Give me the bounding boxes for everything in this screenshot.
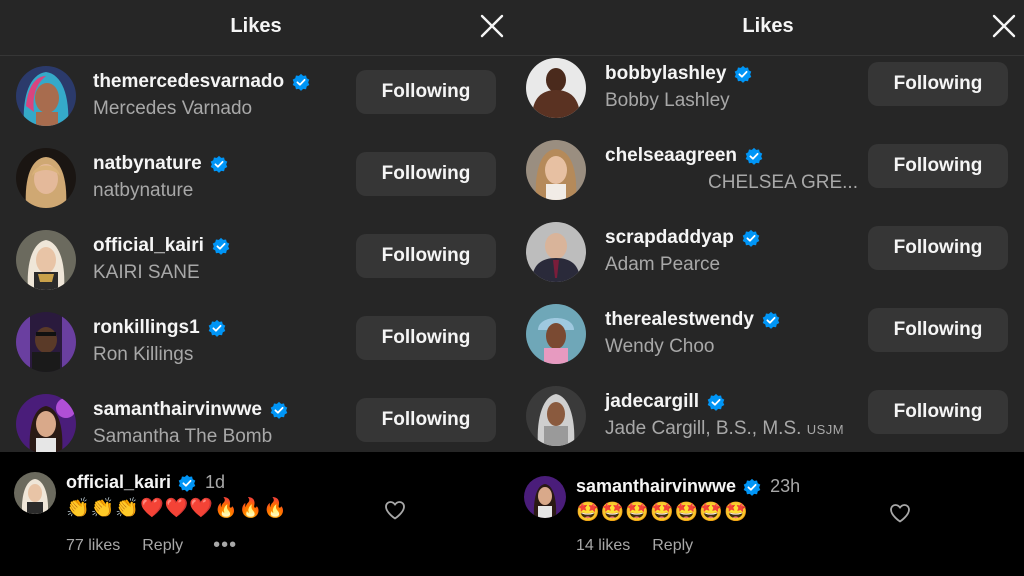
full-name: Adam Pearce — [605, 254, 721, 275]
full-name-suffix: USJM — [806, 422, 845, 437]
avatar[interactable] — [16, 148, 76, 208]
username[interactable]: bobbylashley — [605, 63, 726, 85]
verified-badge-icon — [270, 401, 288, 419]
following-button[interactable]: Following — [868, 144, 1008, 188]
verified-badge-icon — [210, 155, 228, 173]
verified-badge-icon — [707, 393, 725, 411]
username[interactable]: official_kairi — [93, 235, 204, 257]
user-row[interactable]: samanthairvinwwe Samantha The Bomb Follo… — [0, 384, 512, 452]
verified-badge-icon — [762, 311, 780, 329]
full-name: Samantha The Bomb — [93, 426, 273, 447]
full-name-text: Jade Cargill, B.S., M.S. — [605, 418, 802, 439]
full-name: KAIRI SANE — [93, 262, 200, 283]
following-button[interactable]: Following — [868, 62, 1008, 106]
full-name: Ron Killings — [93, 344, 194, 365]
comment-text: 🤩🤩🤩🤩🤩🤩🤩 — [576, 502, 749, 523]
reply-button[interactable]: Reply — [142, 537, 183, 555]
likes-sheet-left: Likes themercedesvarnado Mercedes Varnad… — [0, 0, 512, 452]
heart-icon[interactable] — [383, 498, 407, 522]
user-row[interactable]: official_kairi KAIRI SANE Following — [0, 220, 512, 302]
verified-badge-icon — [208, 319, 226, 337]
verified-badge-icon — [212, 237, 230, 255]
username[interactable]: jadecargill — [605, 391, 699, 413]
left-panel: Likes themercedesvarnado Mercedes Varnad… — [0, 0, 512, 576]
following-button[interactable]: Following — [356, 70, 496, 114]
comment-left: official_kairi 1d 👏👏👏❤️❤️❤️🔥🔥🔥 77 likes … — [0, 452, 512, 576]
verified-badge-icon — [745, 147, 763, 165]
heart-icon[interactable] — [888, 501, 912, 525]
user-row[interactable]: scrapdaddyap Adam Pearce Following — [512, 212, 1024, 294]
avatar[interactable] — [526, 58, 586, 118]
comment-text: 👏👏👏❤️❤️❤️🔥🔥🔥 — [66, 498, 288, 519]
comment-time: 1d — [205, 472, 226, 492]
user-row[interactable]: chelseaagreen CHELSEA GRE... Following — [512, 130, 1024, 212]
following-button[interactable]: Following — [356, 316, 496, 360]
following-button[interactable]: Following — [868, 308, 1008, 352]
user-row[interactable]: themercedesvarnado Mercedes Varnado Foll… — [0, 56, 512, 138]
verified-badge-icon — [742, 229, 760, 247]
username[interactable]: chelseaagreen — [605, 145, 737, 167]
user-row[interactable]: ronkillings1 Ron Killings Following — [0, 302, 512, 384]
sheet-title: Likes — [230, 15, 282, 37]
username[interactable]: scrapdaddyap — [605, 227, 734, 249]
right-panel: Likes bobbylashley Bobby Lashley Followi… — [512, 0, 1024, 576]
comment-username[interactable]: official_kairi — [66, 472, 171, 493]
full-name: Mercedes Varnado — [93, 98, 253, 119]
screenshot-stage: Likes themercedesvarnado Mercedes Varnad… — [0, 0, 1024, 576]
avatar[interactable] — [526, 386, 586, 446]
full-name: Wendy Choo — [605, 336, 715, 357]
username[interactable]: natbynature — [93, 153, 202, 175]
full-name: CHELSEA GRE... — [708, 172, 858, 193]
following-button[interactable]: Following — [356, 234, 496, 278]
reply-button[interactable]: Reply — [652, 537, 693, 555]
verified-badge-icon — [292, 73, 310, 91]
avatar[interactable] — [14, 472, 56, 514]
comment-time: 23h — [770, 476, 801, 496]
likes-sheet-right: Likes bobbylashley Bobby Lashley Followi… — [512, 0, 1024, 452]
full-name: Jade Cargill, B.S., M.S. USJM — [605, 418, 844, 440]
verified-badge-icon — [178, 474, 196, 492]
avatar[interactable] — [16, 312, 76, 372]
avatar[interactable] — [16, 394, 76, 452]
avatar[interactable] — [526, 222, 586, 282]
comment-likes-count[interactable]: 77 likes — [66, 537, 120, 555]
avatar[interactable] — [524, 476, 566, 518]
following-button[interactable]: Following — [356, 398, 496, 442]
verified-badge-icon — [743, 478, 761, 496]
comment-right: samanthairvinwwe 23h 🤩🤩🤩🤩🤩🤩🤩 14 likes Re… — [512, 452, 1024, 576]
comment-likes-count[interactable]: 14 likes — [576, 537, 630, 555]
avatar[interactable] — [16, 66, 76, 126]
avatar[interactable] — [526, 140, 586, 200]
close-icon[interactable] — [988, 10, 1020, 42]
verified-badge-icon — [734, 65, 752, 83]
username[interactable]: samanthairvinwwe — [93, 399, 262, 421]
user-row[interactable]: natbynature natbynature Following — [0, 138, 512, 220]
full-name: Bobby Lashley — [605, 90, 730, 111]
user-row[interactable]: jadecargill Jade Cargill, B.S., M.S. USJ… — [512, 376, 1024, 452]
more-options-icon[interactable]: ••• — [213, 534, 237, 557]
user-row[interactable]: bobbylashley Bobby Lashley Following — [512, 48, 1024, 130]
sheet-title: Likes — [742, 15, 794, 37]
following-button[interactable]: Following — [868, 390, 1008, 434]
full-name: natbynature — [93, 180, 194, 201]
username[interactable]: therealestwendy — [605, 309, 754, 331]
following-button[interactable]: Following — [356, 152, 496, 196]
close-icon[interactable] — [476, 10, 508, 42]
user-row[interactable]: therealestwendy Wendy Choo Following — [512, 294, 1024, 376]
avatar[interactable] — [526, 304, 586, 364]
comment-username[interactable]: samanthairvinwwe — [576, 476, 736, 497]
avatar[interactable] — [16, 230, 76, 290]
username[interactable]: ronkillings1 — [93, 317, 200, 339]
sheet-header: Likes — [0, 0, 512, 56]
following-button[interactable]: Following — [868, 226, 1008, 270]
username[interactable]: themercedesvarnado — [93, 71, 284, 93]
